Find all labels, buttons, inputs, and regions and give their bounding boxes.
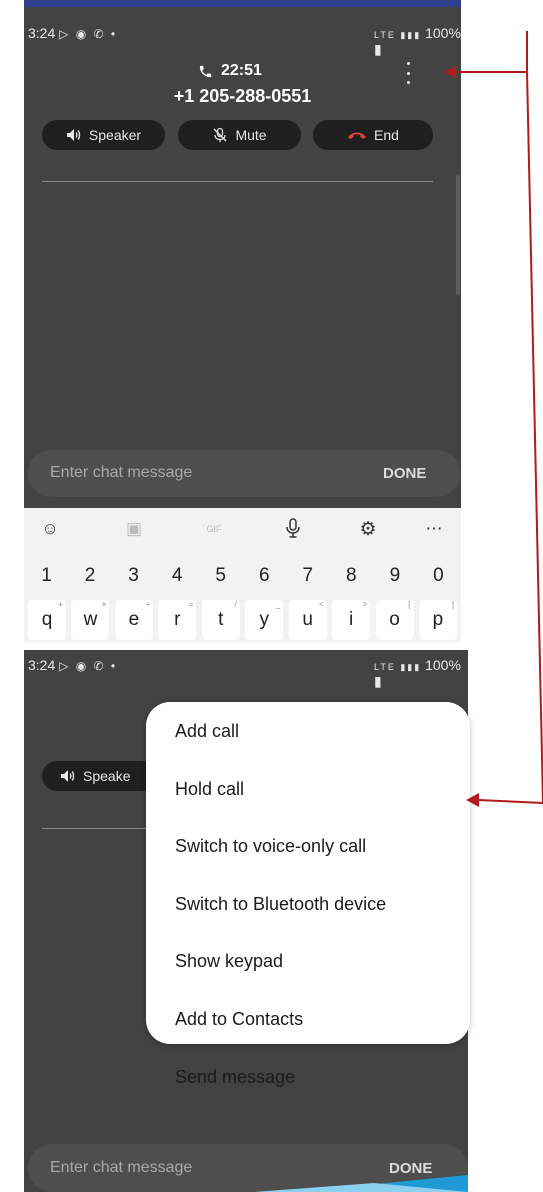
annotation-line-bottom	[477, 71, 543, 805]
arrow-head-bottom	[466, 793, 479, 807]
annotation-arrows	[444, 31, 543, 807]
annotation-line-top	[452, 31, 528, 73]
arrow-head-top	[444, 66, 456, 78]
